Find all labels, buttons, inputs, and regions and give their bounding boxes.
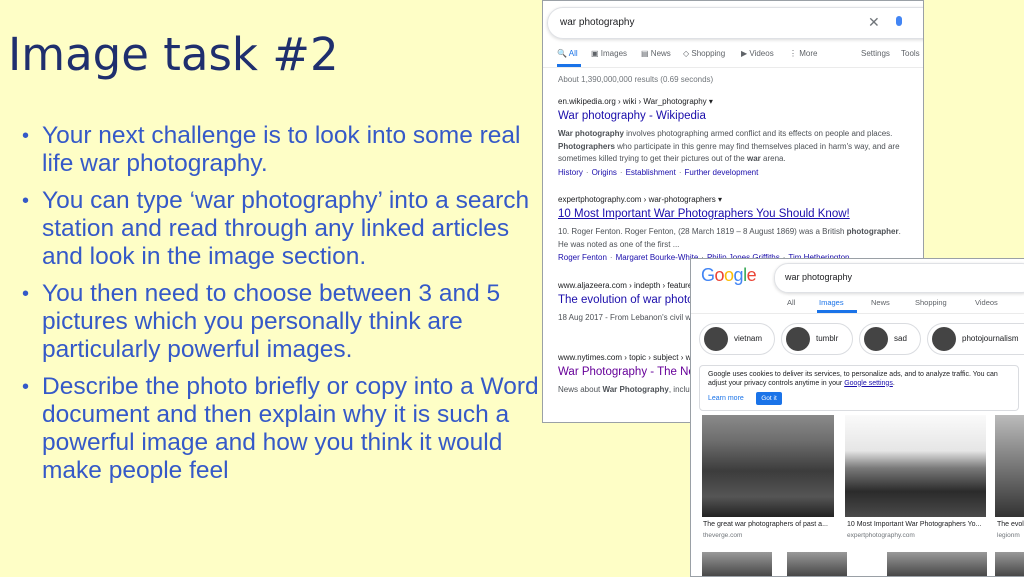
result-image[interactable]	[787, 552, 847, 576]
image-source: legionm	[997, 532, 1020, 539]
bullet-item: • You then need to choose between 3 and 5…	[22, 280, 542, 364]
result-image[interactable]	[995, 415, 1024, 517]
filter-chip[interactable]: vietnam	[699, 323, 775, 355]
tab-images[interactable]: Images	[819, 298, 844, 307]
bullet-dot: •	[22, 190, 30, 212]
bullet-text: You then need to choose between 3 and 5 …	[42, 280, 501, 363]
tab-more[interactable]: ⋮ More	[789, 49, 817, 58]
result-stats: About 1,390,000,000 results (0.69 second…	[558, 75, 714, 84]
logo-letter: G	[701, 265, 715, 285]
result-image[interactable]	[887, 552, 987, 576]
got-it-button[interactable]: Got it	[756, 392, 782, 405]
tab-shopping[interactable]: Shopping	[915, 298, 947, 307]
search-result: en.wikipedia.org › wiki › War_photograph…	[558, 97, 908, 177]
tab-images[interactable]: ▣ Images	[591, 49, 627, 58]
sitelink[interactable]: History	[558, 168, 583, 177]
sitelink[interactable]: Roger Fenton	[558, 253, 607, 262]
result-url[interactable]: expertphotography.com › war-photographer…	[558, 195, 908, 204]
news-icon: ▤	[641, 49, 649, 58]
bullet-dot: •	[22, 283, 30, 305]
result-snippet: War photography involves photographing a…	[558, 129, 900, 163]
tab-news[interactable]: News	[871, 298, 890, 307]
sitelink[interactable]: Further development	[685, 168, 759, 177]
image-icon: ▣	[591, 49, 599, 58]
bullet-item: • You can type ‘war photography’ into a s…	[22, 187, 542, 271]
bullet-text: Your next challenge is to look into some…	[42, 122, 521, 177]
bullet-dot: •	[22, 376, 30, 398]
bullet-dot: •	[22, 125, 30, 147]
tab-all[interactable]: 🔍 All	[557, 49, 578, 58]
search-result: expertphotography.com › war-photographer…	[558, 195, 908, 262]
filter-chip[interactable]: tumblr	[781, 323, 853, 355]
result-url[interactable]: en.wikipedia.org › wiki › War_photograph…	[558, 97, 908, 106]
chip-thumbnail	[864, 327, 888, 351]
learn-more-link[interactable]: Learn more	[708, 395, 744, 402]
tab-videos[interactable]: ▶ Videos	[741, 49, 774, 58]
result-image[interactable]	[702, 415, 834, 517]
image-caption[interactable]: The great war photographers of past a...	[703, 521, 828, 528]
microphone-icon[interactable]	[896, 16, 902, 26]
search-tabs: 🔍 All ▣ Images ▤ News ◇ Shopping ▶ Video…	[543, 45, 923, 68]
bullet-list: • Your next challenge is to look into som…	[22, 122, 542, 494]
result-snippet: 10. Roger Fenton. Roger Fenton, (28 Marc…	[558, 227, 901, 249]
image-caption[interactable]: 10 Most Important War Photographers Yo..…	[847, 521, 981, 528]
active-tab-indicator	[557, 64, 581, 67]
filter-chip[interactable]: photojournalism	[927, 323, 1024, 355]
more-icon: ⋮	[789, 49, 797, 58]
chip-thumbnail	[704, 327, 728, 351]
bullet-item: • Describe the photo briefly or copy into…	[22, 373, 542, 485]
tab-tools[interactable]: Tools	[901, 49, 920, 58]
result-image[interactable]	[845, 415, 986, 517]
image-source: theverge.com	[703, 532, 743, 539]
image-source: expertphotography.com	[847, 532, 915, 539]
search-tabs: All Images News Shopping Videos	[691, 295, 1024, 314]
sitelink[interactable]: Margaret Bourke-White	[616, 253, 699, 262]
filter-chip[interactable]: sad	[859, 323, 921, 355]
search-icon: 🔍	[557, 49, 567, 58]
tab-videos[interactable]: Videos	[975, 298, 998, 307]
sitelink[interactable]: Establishment	[626, 168, 676, 177]
tab-shopping[interactable]: ◇ Shopping	[683, 49, 725, 58]
result-title[interactable]: War photography - Wikipedia	[558, 110, 908, 122]
image-caption[interactable]: The evol	[997, 521, 1024, 528]
play-icon: ▶	[741, 49, 748, 58]
tag-icon: ◇	[683, 49, 690, 58]
tab-all[interactable]: All	[787, 298, 795, 307]
search-box[interactable]: war photography ✕	[547, 7, 923, 39]
logo-letter: e	[746, 265, 757, 285]
search-input[interactable]: war photography	[560, 17, 635, 28]
chip-thumbnail	[932, 327, 956, 351]
bullet-item: • Your next challenge is to look into som…	[22, 122, 542, 178]
clear-icon[interactable]: ✕	[868, 14, 880, 31]
search-input[interactable]: war photography	[785, 272, 852, 282]
google-settings-link[interactable]: Google settings	[844, 380, 893, 387]
result-title[interactable]: 10 Most Important War Photographers You …	[558, 208, 908, 220]
result-image[interactable]	[995, 552, 1024, 576]
slide-title: Image task #2	[8, 28, 339, 81]
cookie-notice: Google uses cookies to deliver its servi…	[699, 365, 1019, 411]
cookie-text: Google uses cookies to deliver its servi…	[708, 371, 998, 387]
tab-settings[interactable]: Settings	[861, 49, 890, 58]
sitelink[interactable]: Origins	[592, 168, 617, 177]
google-logo[interactable]: Google	[701, 265, 757, 286]
chip-label: photojournalism	[962, 334, 1019, 343]
bullet-text: Describe the photo briefly or copy into …	[42, 373, 539, 484]
image-results-screenshot: Google war photography All Images News S…	[690, 258, 1024, 577]
chip-label: vietnam	[734, 334, 763, 343]
result-image[interactable]	[702, 552, 772, 576]
chip-thumbnail	[786, 327, 810, 351]
active-tab-indicator	[817, 310, 857, 313]
logo-letter: g	[733, 265, 744, 285]
tab-news[interactable]: ▤ News	[641, 49, 671, 58]
logo-letter: o	[724, 265, 734, 285]
logo-letter: o	[714, 265, 725, 285]
sitelinks: History · Origins · Establishment · Further de…	[558, 167, 759, 177]
bullet-text: You can type ‘war photography’ into a se…	[42, 187, 530, 270]
chip-label: tumblr	[816, 334, 839, 343]
chip-label: sad	[894, 334, 907, 343]
search-box[interactable]: war photography	[774, 263, 1024, 293]
